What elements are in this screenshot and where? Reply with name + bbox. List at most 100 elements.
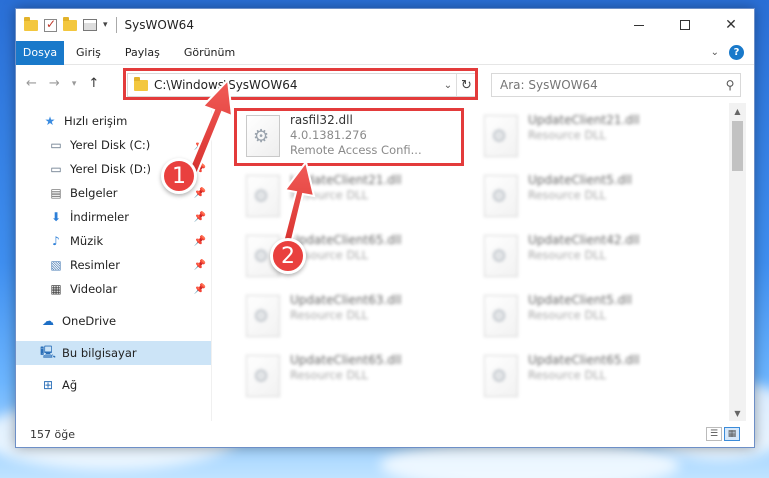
tab-share[interactable]: Paylaş: [113, 41, 172, 65]
sidebar-item-label: Resimler: [70, 258, 120, 272]
pane-divider[interactable]: [211, 103, 212, 421]
sidebar-item-label: OneDrive: [62, 314, 117, 328]
sidebar-item-label: Ağ: [62, 378, 78, 392]
file-meta: UpdateClient21.dll Resource DLL: [290, 173, 402, 202]
sidebar-item-pictures[interactable]: ▧ Resimler 📌: [16, 253, 212, 277]
music-icon: ♪: [52, 234, 60, 248]
tab-file[interactable]: Dosya: [16, 40, 64, 65]
quick-access-toolbar: ▾: [24, 16, 108, 32]
tab-view[interactable]: Görünüm: [172, 41, 247, 65]
file-tile[interactable]: UpdateClient42.dll Resource DLL: [474, 229, 704, 285]
up-arrow-icon[interactable]: ↑: [88, 76, 99, 91]
title-bar: ▾ SysWOW64 ✕: [16, 9, 754, 41]
sidebar-item-local-disk-c[interactable]: ▭ Yerel Disk (C:) 📌: [16, 133, 212, 157]
file-tile[interactable]: UpdateClient5.dll Resource DLL: [474, 289, 704, 345]
pin-icon[interactable]: 📌: [194, 188, 206, 199]
status-bar: 157 öğe ☰ ▦: [16, 421, 754, 447]
maximize-icon: [680, 20, 690, 30]
sidebar-item-label: İndirmeler: [70, 210, 129, 224]
file-meta: UpdateClient65.dll Resource DLL: [290, 233, 402, 262]
drive-icon: ▭: [50, 138, 62, 152]
new-folder-icon[interactable]: [63, 16, 77, 31]
scroll-down-icon[interactable]: ▼: [729, 405, 746, 421]
search-input[interactable]: [500, 78, 720, 92]
dll-file-icon: [484, 235, 518, 277]
help-icon[interactable]: ?: [729, 45, 744, 60]
scroll-thumb[interactable]: [732, 121, 743, 171]
properties-icon[interactable]: [83, 19, 97, 31]
folder-icon[interactable]: [24, 16, 38, 31]
close-icon: ✕: [725, 17, 737, 33]
drive-icon: ▭: [50, 162, 62, 176]
file-tile[interactable]: UpdateClient5.dll Resource DLL: [474, 169, 704, 225]
search-box[interactable]: ⚲: [491, 73, 741, 97]
sidebar-item-quick-access[interactable]: ★ Hızlı erişim: [16, 109, 212, 133]
file-meta: UpdateClient42.dll Resource DLL: [528, 233, 640, 262]
file-meta: UpdateClient21.dll Resource DLL: [528, 113, 640, 142]
tab-home[interactable]: Giriş: [64, 41, 113, 65]
file-description: Resource DLL: [290, 248, 369, 262]
sidebar-item-network[interactable]: ⊞ Ağ: [16, 373, 212, 397]
download-icon: ⬇: [50, 210, 62, 224]
search-icon[interactable]: ⚲: [720, 78, 740, 92]
sidebar-item-label: Yerel Disk (D:): [70, 162, 152, 176]
forward-arrow-icon[interactable]: →: [49, 76, 60, 91]
file-description: Resource DLL: [290, 368, 369, 382]
minimize-button[interactable]: [616, 9, 662, 41]
file-description: Resource DLL: [528, 248, 607, 262]
file-description: Resource DLL: [528, 128, 607, 142]
file-name: UpdateClient65.dll: [528, 353, 640, 367]
cloud-icon: ☁: [42, 314, 54, 328]
ribbon-expand-icon[interactable]: ⌄: [711, 47, 719, 58]
file-tile[interactable]: UpdateClient21.dll Resource DLL: [474, 109, 704, 165]
step-2-badge: 2: [270, 238, 306, 274]
pin-icon[interactable]: 📌: [194, 284, 206, 295]
close-button[interactable]: ✕: [708, 9, 754, 41]
maximize-button[interactable]: [662, 9, 708, 41]
sidebar-item-music[interactable]: ♪ Müzik 📌: [16, 229, 212, 253]
file-tile[interactable]: UpdateClient21.dll Resource DLL: [236, 169, 466, 225]
pin-icon[interactable]: 📌: [194, 260, 206, 271]
file-tile[interactable]: UpdateClient65.dll Resource DLL: [474, 349, 704, 405]
sidebar-item-videos[interactable]: ▦ Videolar 📌: [16, 277, 212, 301]
vertical-scrollbar[interactable]: ▲ ▼: [729, 103, 746, 421]
file-tile[interactable]: UpdateClient63.dll Resource DLL: [236, 289, 466, 345]
sidebar-item-label: Belgeler: [70, 186, 118, 200]
tiles-view-icon[interactable]: ▦: [724, 427, 740, 441]
sidebar-item-label: Müzik: [70, 234, 104, 248]
sidebar-item-label: Yerel Disk (C:): [70, 138, 151, 152]
file-tile[interactable]: UpdateClient65.dll Resource DLL: [236, 349, 466, 405]
address-highlight-box: [123, 68, 478, 100]
file-description: Resource DLL: [528, 368, 607, 382]
window-title: SysWOW64: [124, 18, 194, 32]
recent-dropdown-icon[interactable]: ▾: [72, 76, 77, 91]
file-name: UpdateClient42.dll: [528, 233, 640, 247]
star-icon: ★: [44, 114, 56, 128]
pin-icon[interactable]: 📌: [194, 140, 206, 151]
file-meta: UpdateClient65.dll Resource DLL: [290, 353, 402, 382]
pin-icon[interactable]: 📌: [194, 212, 206, 223]
file-name: UpdateClient65.dll: [290, 353, 402, 367]
network-icon: ⊞: [42, 378, 54, 392]
dropdown-icon[interactable]: ▾: [103, 20, 108, 30]
item-count: 157 öğe: [30, 427, 75, 441]
sidebar-item-this-pc[interactable]: 🖳 Bu bilgisayar: [16, 341, 212, 365]
sidebar-item-downloads[interactable]: ⬇ İndirmeler 📌: [16, 205, 212, 229]
ribbon-tabs: Dosya Giriş Paylaş Görünüm ⌄ ?: [16, 40, 754, 65]
pin-icon[interactable]: 📌: [194, 236, 206, 247]
dll-file-icon: [246, 175, 280, 217]
video-icon: ▦: [50, 282, 62, 296]
file-meta: UpdateClient65.dll Resource DLL: [528, 353, 640, 382]
file-description: Resource DLL: [290, 308, 369, 322]
checkbox-icon[interactable]: [44, 17, 57, 32]
scroll-up-icon[interactable]: ▲: [729, 103, 746, 119]
view-toggle: ☰ ▦: [706, 427, 740, 441]
file-meta: UpdateClient63.dll Resource DLL: [290, 293, 402, 322]
details-view-icon[interactable]: ☰: [706, 427, 722, 441]
file-description: Resource DLL: [528, 188, 607, 202]
file-meta: UpdateClient5.dll Resource DLL: [528, 173, 632, 202]
sidebar-item-onedrive[interactable]: ☁ OneDrive: [16, 309, 212, 333]
back-arrow-icon[interactable]: ←: [26, 76, 37, 91]
window-controls: ✕: [616, 9, 754, 41]
file-description: Resource DLL: [290, 188, 369, 202]
